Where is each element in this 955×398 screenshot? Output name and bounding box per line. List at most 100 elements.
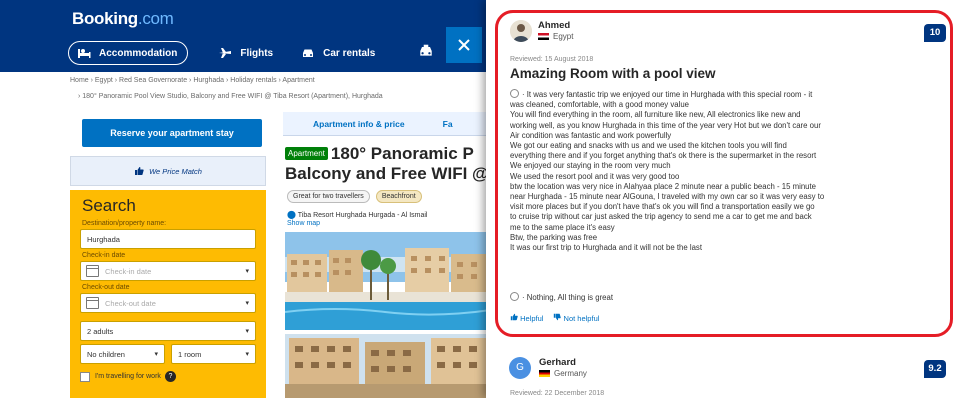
resort-pool-image (285, 232, 491, 330)
avatar: G (509, 357, 531, 379)
nav-car-rentals-label: Car rentals (323, 47, 376, 59)
tab-facilities[interactable]: Fa (443, 119, 453, 129)
price-match-label: We Price Match (149, 166, 202, 176)
adults-select[interactable]: 2 adults ▾ (80, 321, 256, 341)
car-icon (303, 49, 314, 57)
property-highlights: Great for two travellers Beachfront (287, 190, 422, 203)
checkout-label: Check-out date (82, 284, 130, 291)
calendar-icon (86, 297, 99, 309)
reviewer-country: Germany (539, 368, 587, 379)
frown-icon (510, 292, 519, 301)
children-value: No children (87, 349, 125, 359)
property-title-line-1: 180° Panoramic P (330, 144, 474, 163)
nav-car-rentals[interactable]: Car rentals (301, 41, 375, 65)
helpful-button[interactable]: Helpful (510, 313, 543, 323)
review-date: Reviewed: 22 December 2018 (510, 390, 605, 397)
nav-accommodation-label: Accommodation (99, 47, 178, 59)
work-travel-checkbox[interactable] (80, 371, 90, 382)
booking-logo[interactable]: Booking.com (72, 9, 174, 29)
reserve-button[interactable]: Reserve your apartment stay (82, 119, 262, 147)
thumbs-up-icon (135, 167, 144, 175)
taxi-icon[interactable] (418, 44, 434, 58)
thumbs-down-icon (554, 313, 562, 321)
not-helpful-label: Not helpful (563, 314, 600, 323)
close-panel-button[interactable] (446, 27, 482, 63)
apartment-badge: Apartment (285, 147, 328, 160)
review-line: It was our first trip to Hurghada and it… (510, 243, 702, 253)
adults-value: 2 adults (87, 326, 114, 336)
children-rooms-row: No children ▾ 1 room ▾ (80, 344, 256, 367)
sidebar: Reserve your apartment stay We Price Mat… (70, 114, 266, 398)
checkout-field[interactable]: Check-out date ▾ (80, 293, 256, 313)
destination-label: Destination/property name: (82, 220, 167, 227)
review-line: You will find everything in the room, al… (510, 110, 801, 120)
main-nav: Accommodation Flights Car rentals (68, 40, 403, 66)
review-line: Air condition was fantastic and work pow… (510, 130, 672, 140)
property-photo-main[interactable] (285, 232, 491, 330)
nav-flights-label: Flights (240, 47, 274, 59)
chevron-down-icon: ▾ (245, 268, 249, 275)
chip-beachfront: Beachfront (375, 190, 422, 203)
property-title: Apartment 180° Panoramic P Balcony and Fr… (285, 144, 495, 184)
review-line: visit more places but if you don't have … (510, 202, 815, 212)
review-title: Amazing Room with a pool view (510, 66, 716, 81)
nav-accommodation[interactable]: Accommodation (68, 41, 189, 65)
review-line: · It was very fantastic trip we enjoyed … (510, 89, 950, 100)
price-match-banner[interactable]: We Price Match (70, 156, 266, 186)
review-feedback: Helpful Not helpful (510, 313, 599, 323)
smiley-icon (510, 89, 519, 98)
breadcrumb-line-1[interactable]: Home › Egypt › Red Sea Governorate › Hur… (70, 73, 490, 89)
review-negative-text: · Nothing, All thing is great (510, 292, 613, 302)
map-pin-icon: ⬤ (287, 210, 296, 219)
help-icon[interactable]: ? (164, 371, 176, 382)
checkin-placeholder: Check-in date (105, 266, 152, 276)
review-line: to cruise trip without car just asked th… (510, 212, 812, 222)
property-title-line-2: Balcony and Free WIFI @ (285, 164, 489, 183)
review-line: me to the same place it's easy (510, 222, 615, 232)
review-line: We enjoyed our staying in the room very … (510, 161, 671, 171)
reviewer-country: Egypt (538, 31, 573, 42)
review-line: was cleaned, comfortable, with a good mo… (510, 100, 689, 110)
property-main: Apartment info & price Fa Apartment 180° … (283, 112, 493, 398)
property-address: ⬤ Tiba Resort Hurghada Hurgada - Al Isma… (287, 210, 497, 219)
reviewer-info: Ahmed Egypt (510, 20, 573, 42)
review-line: btw the location was very nice in Alahya… (510, 181, 816, 191)
search-title: Search (82, 196, 136, 215)
germany-flag-icon (539, 370, 550, 377)
review-line: everything there and if you forget anyth… (510, 151, 817, 161)
property-photo-secondary[interactable] (285, 334, 491, 398)
search-panel: Search Destination/property name: Hurgha… (70, 190, 266, 398)
review-line: We got our eating and snacks with us and… (510, 141, 787, 151)
show-map-link[interactable]: Show map (287, 220, 320, 227)
checkin-field[interactable]: Check-in date ▾ (80, 261, 256, 281)
reviewer-name: Gerhard (539, 357, 576, 368)
chevron-down-icon: ▾ (245, 351, 249, 358)
reviewer-country-label: Germany (554, 369, 587, 378)
reviewer-photo-icon (510, 20, 532, 42)
not-helpful-button[interactable]: Not helpful (553, 313, 599, 323)
checkout-placeholder: Check-out date (105, 298, 156, 308)
review-positive-text: · It was very fantastic trip we enjoyed … (510, 89, 950, 253)
checkin-label: Check-in date (82, 252, 126, 259)
review-score-badge: 10 (924, 24, 946, 42)
avatar (510, 20, 532, 42)
calendar-icon (86, 265, 99, 277)
reviewer-name: Ahmed (538, 20, 571, 31)
close-icon (458, 39, 470, 51)
resort-building-image (285, 334, 491, 398)
breadcrumb-line-2: › 180° Panoramic Pool View Studio, Balco… (78, 93, 383, 100)
bed-icon (78, 49, 91, 58)
reviewer-info-2: G Gerhard Germany (509, 357, 587, 379)
rooms-select[interactable]: 1 room ▾ (171, 344, 256, 364)
tab-apartment-info[interactable]: Apartment info & price (313, 119, 405, 129)
work-travel-label: I'm travelling for work (95, 373, 161, 380)
chevron-down-icon: ▾ (245, 328, 249, 335)
rooms-value: 1 room (178, 349, 202, 359)
nav-flights[interactable]: Flights (218, 41, 273, 65)
children-select[interactable]: No children ▾ (80, 344, 165, 364)
chevron-down-icon: ▾ (154, 351, 158, 358)
review-line: near Hurghada - 15 minute near AlGouna, … (510, 192, 825, 202)
property-tabs: Apartment info & price Fa (283, 112, 493, 136)
thumbs-up-icon (510, 313, 518, 321)
destination-input[interactable]: Hurghada (80, 229, 256, 249)
